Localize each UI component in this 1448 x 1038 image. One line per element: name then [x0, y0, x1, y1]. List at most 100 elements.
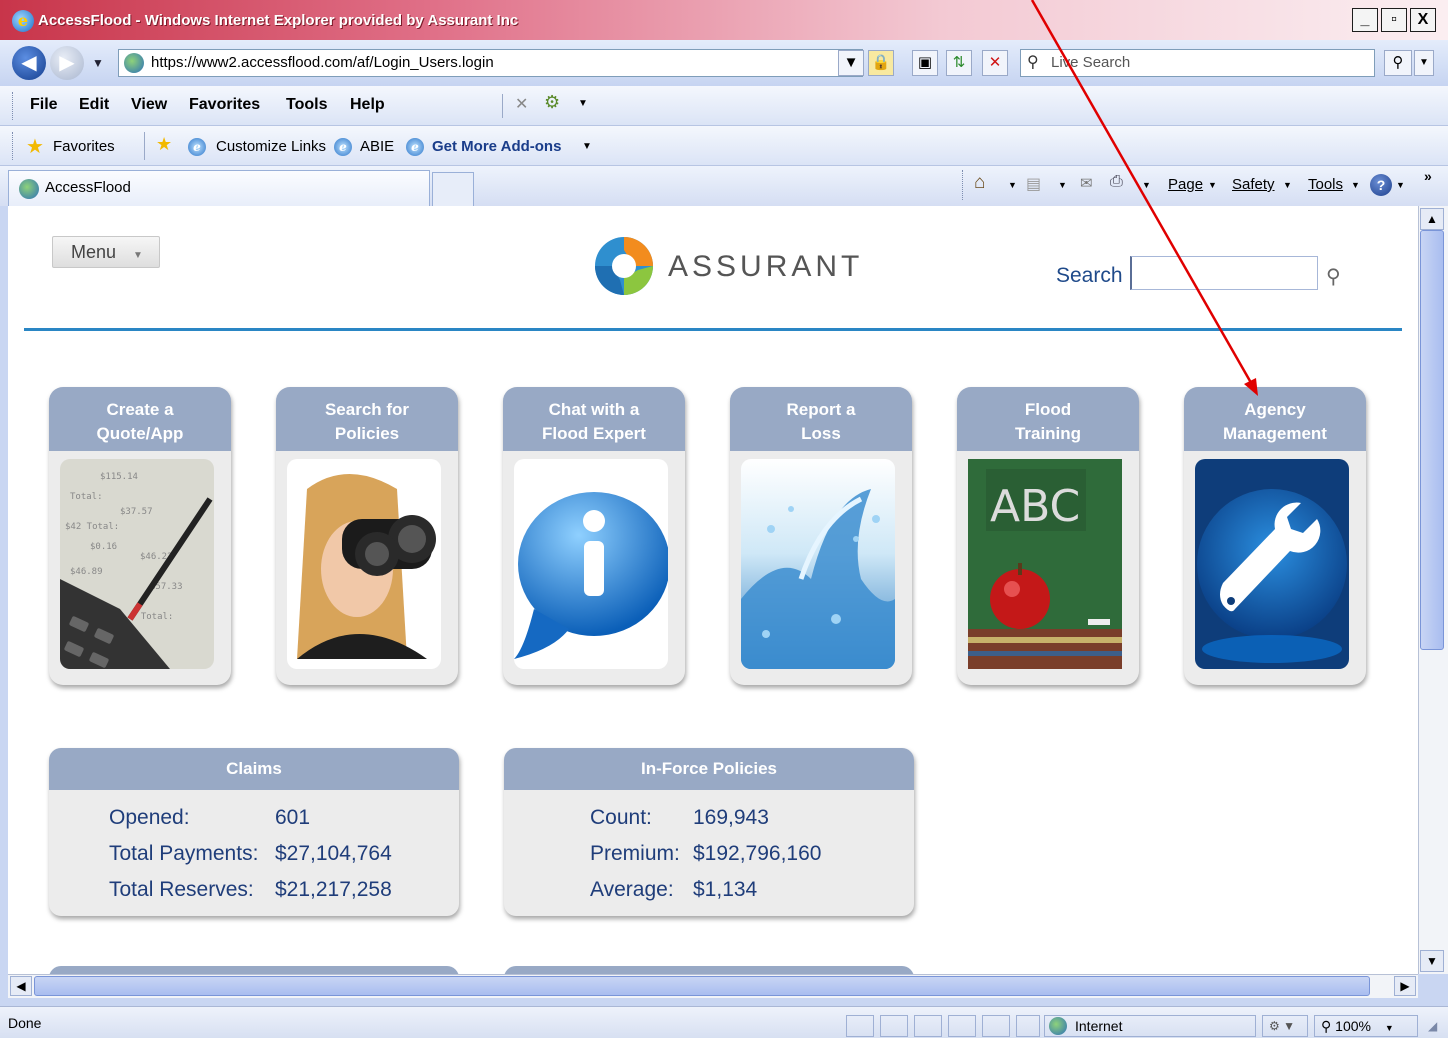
stop-icon[interactable]: ✕: [982, 50, 1008, 76]
toolbar-grip[interactable]: [12, 132, 15, 160]
wrench-icon: [1195, 459, 1349, 669]
add-favorite-icon[interactable]: ★: [156, 134, 172, 155]
claims-opened-value: 601: [275, 806, 311, 829]
tools-chevron-icon[interactable]: ▼: [1351, 180, 1360, 190]
menu-view[interactable]: View: [131, 96, 167, 114]
maximize-button[interactable]: ▫: [1381, 8, 1407, 32]
feeds-chevron-icon[interactable]: ▼: [1058, 180, 1067, 190]
search-options-chevron-icon[interactable]: ▼: [1414, 50, 1434, 76]
toolbar-grip[interactable]: [962, 170, 965, 200]
claims-panel: Claims Opened: 601 Total Payments: $27,1…: [49, 748, 459, 916]
lock-icon[interactable]: 🔒: [868, 50, 894, 76]
inforce-average-value: $1,134: [693, 878, 758, 901]
refresh-icon[interactable]: ⇅: [946, 50, 972, 76]
close-toolbar-icon[interactable]: ✕: [515, 94, 528, 114]
zoom-chevron-icon: ▼: [1384, 1023, 1394, 1033]
tile-report-loss[interactable]: Report a Loss: [730, 387, 912, 685]
security-zone[interactable]: Internet: [1044, 1015, 1256, 1037]
scroll-left-icon[interactable]: ◀: [10, 976, 32, 996]
compatibility-view-icon[interactable]: ▣: [912, 50, 938, 76]
favorites-button[interactable]: Favorites: [53, 138, 115, 155]
customize-links-link[interactable]: Customize Links: [216, 138, 326, 155]
zoom-control[interactable]: ⚲ 100% ▼: [1314, 1015, 1418, 1037]
help-icon[interactable]: ?: [1370, 174, 1392, 196]
address-dropdown-icon[interactable]: ▼: [838, 50, 864, 76]
tile-create-quote[interactable]: Create a Quote/App $115.14 Total: $37.57 $…: [49, 387, 231, 685]
minimize-button[interactable]: _: [1352, 8, 1378, 32]
menu-help[interactable]: Help: [350, 96, 385, 114]
claims-reserves-value: $21,217,258: [275, 878, 392, 901]
vertical-scroll-thumb[interactable]: [1420, 230, 1444, 650]
status-text: Done: [8, 1015, 42, 1031]
zoom-magnifier-icon: ⚲: [1321, 1018, 1332, 1034]
ie-logo-icon: e: [12, 10, 34, 32]
ie-page-icon: e: [334, 138, 352, 156]
menu-button[interactable]: Menu ▼: [52, 236, 160, 268]
site-search-input[interactable]: [1130, 256, 1318, 290]
addons-chevron-icon[interactable]: ▼: [582, 141, 592, 152]
menu-favorites[interactable]: Favorites: [189, 96, 260, 114]
site-globe-icon: [124, 53, 144, 73]
print-chevron-icon[interactable]: ▼: [1142, 180, 1151, 190]
home-icon[interactable]: ⌂: [974, 172, 985, 194]
toolbar-grip[interactable]: [12, 92, 15, 120]
page-menu[interactable]: Page: [1168, 176, 1203, 193]
status-cell: [846, 1015, 874, 1037]
favorites-star-icon[interactable]: ★: [26, 134, 44, 159]
inforce-panel: In-Force Policies Count: 169,943 Premium…: [504, 748, 914, 916]
tile-chat-expert[interactable]: Chat with a Flood Expert: [503, 387, 685, 685]
home-chevron-icon[interactable]: ▼: [1008, 180, 1017, 190]
assurant-logo-icon: [594, 236, 654, 296]
window-title-bar: e AccessFlood - Windows Internet Explore…: [0, 0, 1448, 40]
claims-opened-label: Opened:: [109, 806, 190, 829]
safety-menu[interactable]: Safety: [1232, 176, 1275, 193]
more-commands-icon[interactable]: »: [1424, 168, 1432, 184]
resize-grip-icon[interactable]: ◢: [1428, 1019, 1437, 1033]
horizontal-scroll-thumb[interactable]: [34, 976, 1370, 996]
address-input[interactable]: https://www2.accessflood.com/af/Login_Us…: [118, 49, 863, 77]
protected-mode-icon[interactable]: ⚙ ▼: [1262, 1015, 1308, 1037]
print-icon[interactable]: ⎙: [1110, 173, 1123, 191]
status-cell: [1016, 1015, 1040, 1037]
inforce-count-label: Count:: [590, 806, 652, 829]
tile-search-policies[interactable]: Search for Policies: [276, 387, 458, 685]
new-tab-button[interactable]: [432, 172, 474, 206]
window-title: AccessFlood - Windows Internet Explorer …: [38, 12, 519, 29]
tile-agency-management[interactable]: Agency Management: [1184, 387, 1366, 685]
tile-flood-training[interactable]: Flood Training ABC: [957, 387, 1139, 685]
scroll-right-icon[interactable]: ▶: [1394, 976, 1416, 996]
tools-menu[interactable]: Tools: [1308, 176, 1343, 193]
recent-pages-chevron-icon[interactable]: ▼: [92, 56, 104, 70]
live-search-placeholder: Live Search: [1051, 54, 1131, 71]
ie-page-icon: e: [188, 138, 206, 156]
address-toolbar: ◀ ▶ ▼ https://www2.accessflood.com/af/Lo…: [0, 40, 1448, 86]
menu-tools[interactable]: Tools: [286, 96, 327, 114]
get-addons-link[interactable]: Get More Add-ons: [432, 138, 561, 155]
scroll-up-icon[interactable]: ▲: [1420, 208, 1444, 230]
addon-gear-icon[interactable]: ⚙: [544, 92, 560, 113]
close-button[interactable]: X: [1410, 8, 1436, 32]
live-search-input[interactable]: ⚲ Live Search: [1020, 49, 1375, 77]
tab-accessflood[interactable]: AccessFlood: [8, 170, 430, 206]
menu-file[interactable]: File: [30, 96, 58, 114]
ie-page-icon: e: [406, 138, 424, 156]
page-chevron-icon[interactable]: ▼: [1208, 180, 1217, 190]
safety-chevron-icon[interactable]: ▼: [1283, 180, 1292, 190]
menu-edit[interactable]: Edit: [79, 96, 109, 114]
lower-panel-left: [49, 966, 459, 974]
header-divider: [24, 328, 1402, 331]
search-go-icon[interactable]: ⚲: [1384, 50, 1412, 76]
abie-link[interactable]: ABIE: [360, 138, 394, 155]
tile-title: Search for Policies: [276, 387, 458, 451]
scroll-down-icon[interactable]: ▼: [1420, 950, 1444, 972]
search-icon[interactable]: ⚲: [1326, 264, 1341, 289]
mail-icon[interactable]: ✉: [1080, 174, 1093, 192]
back-arrow-icon[interactable]: ◀: [12, 46, 46, 80]
tab-bar: AccessFlood ⌂ ▼ ▤ ▼ ✉ ⎙ ▼ Page ▼ Safety …: [0, 166, 1448, 206]
forward-arrow-icon[interactable]: ▶: [50, 46, 84, 80]
feeds-icon[interactable]: ▤: [1026, 174, 1041, 194]
water-splash-image: [741, 459, 895, 669]
help-chevron-icon[interactable]: ▼: [1396, 180, 1405, 190]
magnifier-icon: ⚲: [1027, 54, 1039, 71]
addon-chevron-icon[interactable]: ▼: [578, 98, 588, 109]
